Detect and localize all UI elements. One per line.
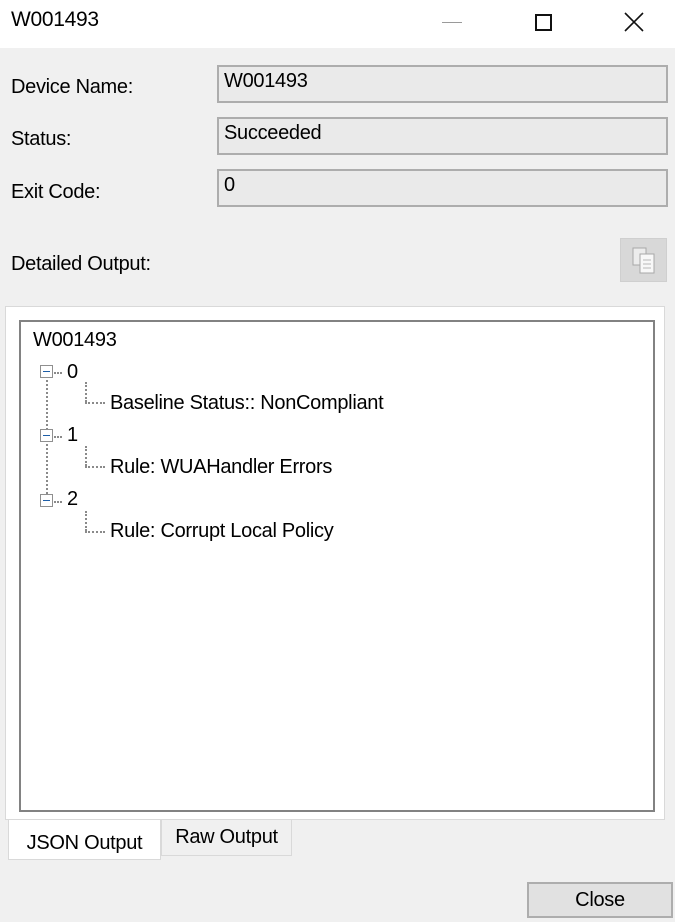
close-window-button[interactable]	[611, 0, 657, 44]
tree-connector	[85, 446, 87, 466]
copy-button[interactable]	[620, 238, 667, 282]
collapse-icon[interactable]	[40, 365, 53, 378]
collapse-icon[interactable]	[40, 429, 53, 442]
tree-root[interactable]: W001493	[33, 329, 117, 352]
tab-raw-output[interactable]: Raw Output	[161, 820, 292, 856]
exit-code-field[interactable]: 0	[217, 169, 668, 207]
minimize-button[interactable]	[429, 0, 475, 44]
close-icon	[624, 12, 644, 32]
tree-node[interactable]: 2	[67, 488, 78, 511]
minimize-icon	[442, 21, 462, 23]
tree-node[interactable]: 1	[67, 424, 78, 447]
tree-node[interactable]: 0	[67, 361, 78, 384]
maximize-icon	[534, 13, 552, 31]
device-name-label: Device Name:	[11, 76, 133, 98]
status-label: Status:	[11, 128, 72, 150]
close-button[interactable]: Close	[527, 882, 673, 918]
tree-connector	[85, 402, 105, 404]
tree-connector	[85, 511, 87, 531]
tree-connector	[85, 382, 87, 402]
tree-connector	[54, 372, 62, 374]
tree-connector	[54, 436, 62, 438]
tree-connector	[85, 466, 105, 468]
tree-connector	[85, 531, 105, 533]
exit-code-label: Exit Code:	[11, 181, 101, 203]
tree-leaf[interactable]: Rule: Corrupt Local Policy	[110, 520, 334, 543]
output-tree[interactable]: W001493 0 Baseline Status:: NonCompliant…	[19, 320, 655, 812]
collapse-icon[interactable]	[40, 494, 53, 507]
tree-leaf[interactable]: Rule: WUAHandler Errors	[110, 456, 332, 479]
maximize-button[interactable]	[520, 0, 566, 44]
detailed-output-label: Detailed Output:	[11, 253, 151, 275]
copy-icon	[632, 247, 655, 274]
title-bar: W001493	[0, 0, 675, 48]
window-title: W001493	[11, 8, 99, 31]
tab-json-output[interactable]: JSON Output	[8, 820, 161, 860]
status-field[interactable]: Succeeded	[217, 117, 668, 155]
tree-leaf[interactable]: Baseline Status:: NonCompliant	[110, 392, 384, 415]
device-name-field[interactable]: W001493	[217, 65, 668, 103]
tree-connector	[54, 501, 62, 503]
